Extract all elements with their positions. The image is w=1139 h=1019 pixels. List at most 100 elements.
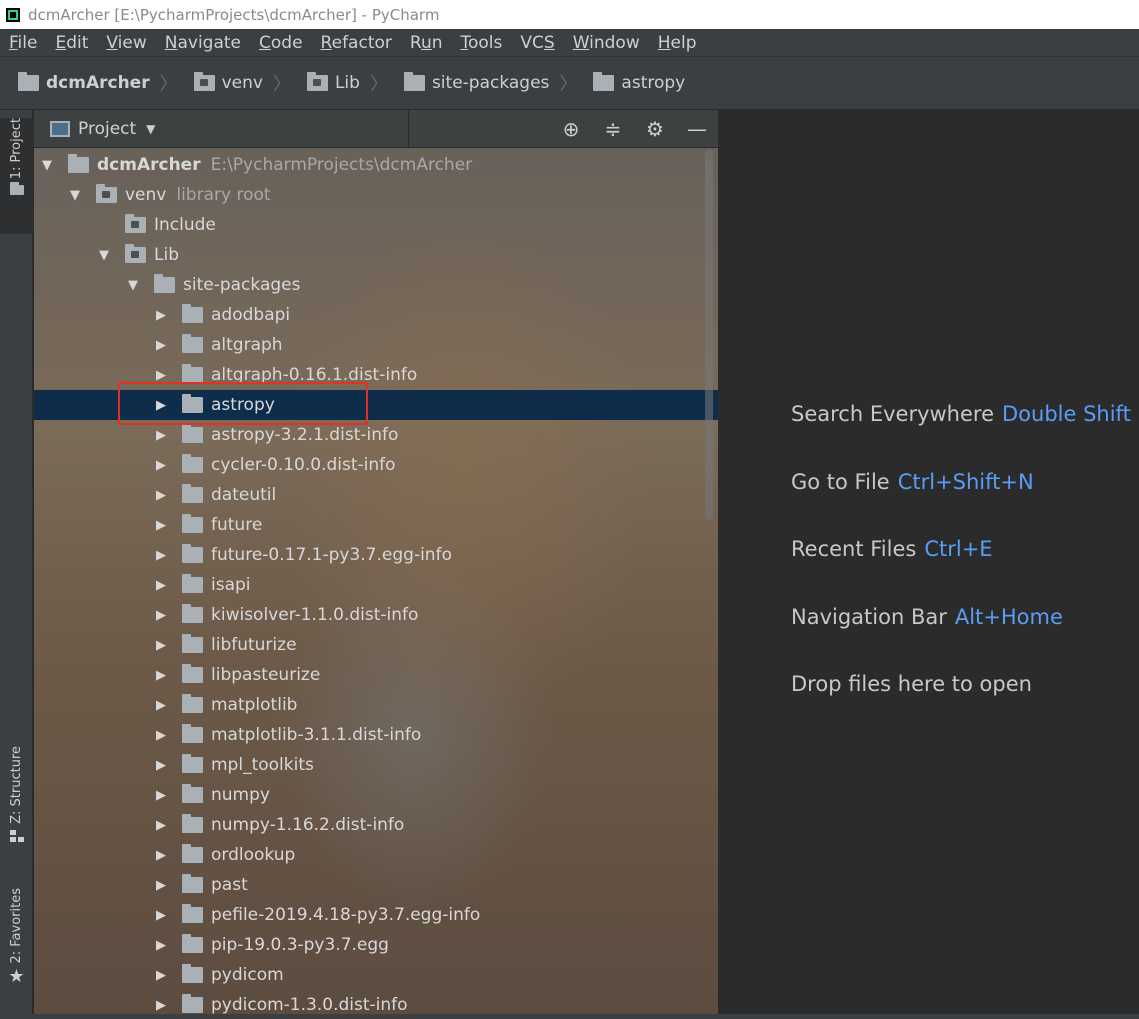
panel-header: Project ▼ ⊕ ≑ ⚙ — [34, 110, 718, 148]
tab-structure[interactable]: Z: Structure [0, 746, 33, 858]
editor-hint: Drop files here to open [791, 672, 1032, 696]
breadcrumb-item-1[interactable]: venv 〉 [178, 70, 291, 96]
gear-icon[interactable]: ⚙ [634, 117, 676, 141]
collapsed-arrow-icon[interactable]: ▶ [154, 968, 168, 983]
tree-row-package[interactable]: ▶ libpasteurize [34, 660, 718, 690]
tree-row-package[interactable]: ▶ dateutil [34, 480, 718, 510]
menu-item-5[interactable]: Refactor [312, 33, 401, 53]
collapsed-arrow-icon[interactable]: ▶ [154, 728, 168, 743]
tree-row-package[interactable]: ▶ future [34, 510, 718, 540]
library-folder-icon [125, 244, 146, 263]
folder-icon [182, 814, 203, 833]
tree-row-package[interactable]: ▶ altgraph [34, 330, 718, 360]
tree-row-package[interactable]: ▶ isapi [34, 570, 718, 600]
tree-row-package[interactable]: ▶ matplotlib-3.1.1.dist-info [34, 720, 718, 750]
breadcrumb-separator-icon: 〉 [559, 74, 578, 95]
collapsed-arrow-icon[interactable]: ▶ [154, 818, 168, 833]
editor-hint: Recent Files Ctrl+E [791, 537, 993, 561]
breadcrumb-item-0[interactable]: dcmArcher 〉 [0, 70, 178, 96]
folder-icon [593, 72, 615, 91]
menu-item-3[interactable]: Navigate [156, 33, 250, 53]
collapsed-arrow-icon[interactable]: ▶ [154, 698, 168, 713]
tab-favorites[interactable]: 2: Favorites ★ [0, 888, 33, 1000]
tree-row-package[interactable]: ▶ past [34, 870, 718, 900]
tree-row-site-packages[interactable]: ▼ site-packages [34, 270, 718, 300]
collapsed-arrow-icon[interactable]: ▶ [154, 548, 168, 563]
tree-row-package[interactable]: ▶ libfuturize [34, 630, 718, 660]
breadcrumb-item-4[interactable]: astropy [577, 72, 685, 93]
hint-label: Navigation Bar [791, 605, 947, 629]
menu-item-7[interactable]: Tools [452, 33, 512, 53]
collapsed-arrow-icon[interactable]: ▶ [154, 578, 168, 593]
tree-row-package[interactable]: ▶ adodbapi [34, 300, 718, 330]
tree-row-lib[interactable]: ▼ Lib [34, 240, 718, 270]
menu-item-2[interactable]: View [97, 33, 155, 53]
minimize-icon[interactable]: — [676, 117, 718, 141]
collapsed-arrow-icon[interactable]: ▶ [154, 998, 168, 1013]
expanded-arrow-icon[interactable]: ▼ [126, 278, 140, 293]
breadcrumb-separator-icon: 〉 [272, 74, 291, 95]
tree-row-venv[interactable]: ▼ venv library root [34, 180, 718, 210]
tree-row-package[interactable]: ▶ numpy [34, 780, 718, 810]
tree-row-package[interactable]: ▶ mpl_toolkits [34, 750, 718, 780]
breadcrumb-item-2[interactable]: Lib 〉 [291, 70, 388, 96]
pycharm-icon [6, 7, 20, 22]
menu-item-1[interactable]: Edit [46, 33, 97, 53]
tree-row-package[interactable]: ▶ cycler-0.10.0.dist-info [34, 450, 718, 480]
tree-scrollbar[interactable] [705, 150, 713, 520]
collapsed-arrow-icon[interactable]: ▶ [154, 308, 168, 323]
menu-item-10[interactable]: Help [649, 33, 706, 53]
tree-row-package[interactable]: ▶ pip-19.0.3-py3.7.egg [34, 930, 718, 960]
panel-title[interactable]: Project [78, 119, 136, 139]
collapsed-arrow-icon[interactable]: ▶ [154, 428, 168, 443]
tree-row-package[interactable]: ▶ pefile-2019.4.18-py3.7.egg-info [34, 900, 718, 930]
window-title: dcmArcher [E:\PycharmProjects\dcmArcher]… [28, 5, 440, 24]
expanded-arrow-icon[interactable]: ▼ [97, 248, 111, 263]
tab-project[interactable]: 1: Project [0, 118, 33, 234]
collapse-all-icon[interactable]: ≑ [592, 117, 634, 141]
include-name: Include [154, 215, 216, 235]
folder-icon [182, 484, 203, 503]
locate-icon[interactable]: ⊕ [550, 117, 592, 141]
collapsed-arrow-icon[interactable]: ▶ [154, 608, 168, 623]
tree-row-package[interactable]: ▶ numpy-1.16.2.dist-info [34, 810, 718, 840]
menu-item-4[interactable]: Code [250, 33, 312, 53]
collapsed-arrow-icon[interactable]: ▶ [154, 638, 168, 653]
collapsed-arrow-icon[interactable]: ▶ [154, 788, 168, 803]
tree-row-package[interactable]: ▶ ordlookup [34, 840, 718, 870]
chevron-down-icon[interactable]: ▼ [146, 122, 155, 136]
package-name: altgraph [211, 335, 283, 355]
collapsed-arrow-icon[interactable]: ▶ [154, 488, 168, 503]
collapsed-arrow-icon[interactable]: ▶ [154, 908, 168, 923]
collapsed-arrow-icon[interactable]: ▶ [154, 668, 168, 683]
folder-icon [193, 72, 215, 91]
menu-item-9[interactable]: Window [564, 33, 649, 53]
site-packages-name: site-packages [183, 275, 301, 295]
collapsed-arrow-icon[interactable]: ▶ [154, 758, 168, 773]
menu-item-6[interactable]: Run [401, 33, 452, 53]
tree-row-package[interactable]: ▶ matplotlib [34, 690, 718, 720]
collapsed-arrow-icon[interactable]: ▶ [154, 338, 168, 353]
menu-item-0[interactable]: File [0, 33, 46, 53]
collapsed-arrow-icon[interactable]: ▶ [154, 878, 168, 893]
collapsed-arrow-icon[interactable]: ▶ [154, 938, 168, 953]
tree-row-package[interactable]: ▶ future-0.17.1-py3.7.egg-info [34, 540, 718, 570]
tree-row-include[interactable]: Include [34, 210, 718, 240]
expanded-arrow-icon[interactable]: ▼ [40, 158, 54, 173]
tree-row-package[interactable]: ▶ kiwisolver-1.1.0.dist-info [34, 600, 718, 630]
collapsed-arrow-icon[interactable]: ▶ [154, 518, 168, 533]
expanded-arrow-icon[interactable]: ▼ [68, 188, 82, 203]
hint-shortcut: Ctrl+Shift+N [897, 470, 1034, 494]
folder-icon [182, 514, 203, 533]
breadcrumb-item-3[interactable]: site-packages 〉 [388, 70, 577, 96]
collapsed-arrow-icon[interactable]: ▶ [154, 848, 168, 863]
tree-row-package[interactable]: ▶ pydicom [34, 960, 718, 990]
collapsed-arrow-icon[interactable]: ▶ [154, 368, 168, 383]
project-folder-icon [9, 182, 24, 196]
tab-structure-label: Z: Structure [9, 746, 24, 824]
package-name: dateutil [211, 485, 277, 505]
menu-item-8[interactable]: VCS [511, 33, 563, 53]
package-name: astropy-3.2.1.dist-info [211, 425, 399, 445]
collapsed-arrow-icon[interactable]: ▶ [154, 458, 168, 473]
tree-row-root[interactable]: ▼ dcmArcher E:\PycharmProjects\dcmArcher [34, 150, 718, 180]
